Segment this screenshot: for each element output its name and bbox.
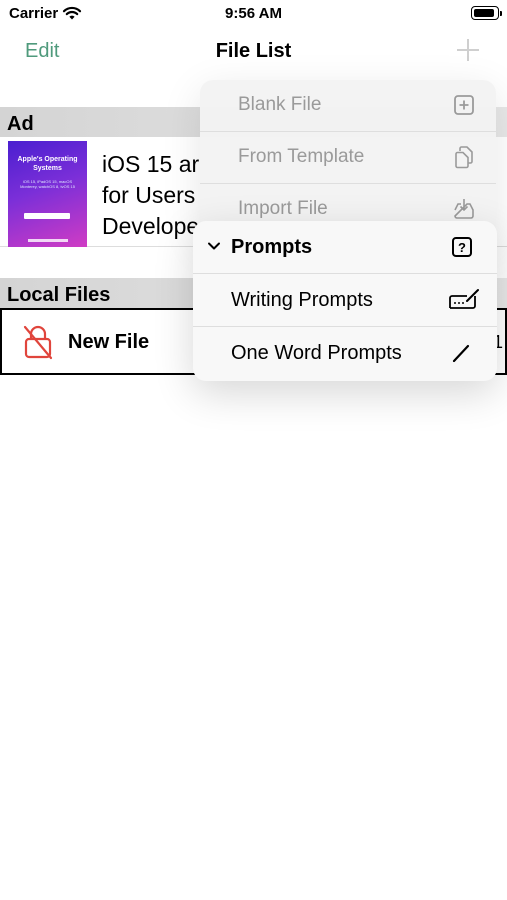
- ad-cover-footer-bar: [28, 239, 68, 242]
- plus-square-icon: [452, 93, 476, 117]
- menu-item-blank-file[interactable]: Blank File: [200, 80, 496, 132]
- prompts-submenu: Prompts ? Writing Prompts One Word Promp…: [193, 221, 497, 381]
- menu-item-writing-prompts[interactable]: Writing Prompts: [193, 274, 497, 327]
- menu-item-label: Blank File: [238, 94, 322, 115]
- add-file-menu: Blank File From Template Import File: [200, 80, 496, 240]
- menu-item-from-template[interactable]: From Template: [200, 132, 496, 184]
- lock-slash-icon: [22, 324, 54, 360]
- doc-on-doc-icon: [452, 145, 476, 169]
- ad-cover-subtitle: iOS 15, iPadOS 15, macOS Monterey, watch…: [20, 179, 75, 189]
- chevron-down-icon: [207, 239, 221, 253]
- page-title: File List: [215, 40, 292, 62]
- menu-item-prompts[interactable]: Prompts ?: [193, 221, 497, 274]
- menu-item-label: Writing Prompts: [231, 289, 373, 311]
- battery-icon: [471, 6, 502, 20]
- ad-cover-author-bar: [24, 213, 70, 219]
- tray-arrow-down-icon: [452, 197, 476, 221]
- status-bar: Carrier 9:56 AM: [0, 0, 507, 28]
- menu-item-one-word-prompts[interactable]: One Word Prompts: [193, 327, 497, 380]
- question-square-icon: ?: [449, 235, 475, 259]
- menu-item-label: From Template: [238, 146, 365, 167]
- ad-book-cover: Apple's Operating Systems iOS 15, iPadOS…: [8, 141, 87, 247]
- menu-item-label: Prompts: [231, 236, 313, 258]
- file-name: New File: [68, 331, 150, 353]
- pencil-icon: [449, 341, 475, 365]
- clock: 9:56 AM: [225, 5, 282, 22]
- menu-item-label: One Word Prompts: [231, 342, 402, 364]
- ad-cover-title: Apple's Operating Systems: [17, 156, 78, 172]
- svg-text:?: ?: [458, 240, 466, 255]
- signature-icon: [449, 288, 479, 312]
- ad-text: iOS 15 ar for Users Develope: [102, 151, 200, 239]
- add-file-button[interactable]: [456, 38, 480, 62]
- menu-item-label: Import File: [238, 198, 328, 219]
